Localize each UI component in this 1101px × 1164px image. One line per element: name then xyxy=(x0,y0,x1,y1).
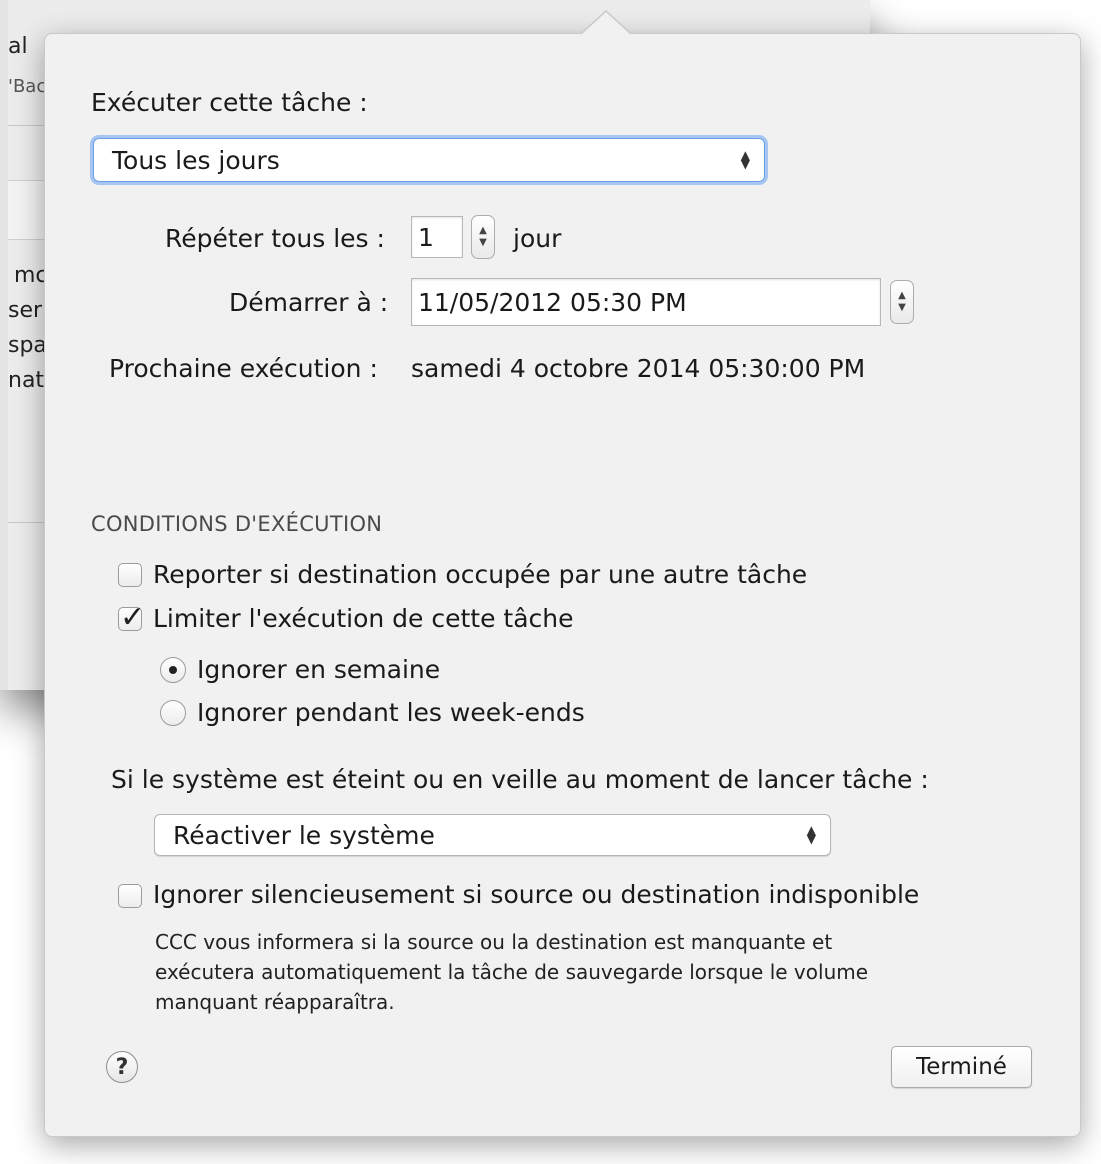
background-text: spa xyxy=(8,333,47,358)
defer-checkbox-label[interactable]: Reporter si destination occupée par une … xyxy=(153,560,807,589)
system-action-select-value: Réactiver le système xyxy=(173,820,435,850)
system-action-select[interactable]: Réactiver le système ▲ ▼ xyxy=(154,814,831,856)
stepper-up-icon: ▲ xyxy=(898,290,906,301)
updown-arrows-icon: ▲ ▼ xyxy=(740,148,750,171)
popover-arrow xyxy=(582,12,630,34)
checkmark-icon: ✓ xyxy=(120,600,146,635)
start-datetime-stepper[interactable]: ▲ ▼ xyxy=(890,280,914,324)
limit-checkbox-label[interactable]: Limiter l'exécution de cette tâche xyxy=(153,604,574,633)
background-sidebar xyxy=(0,0,8,690)
note-line: CCC vous informera si la source ou la de… xyxy=(155,930,833,954)
limit-checkbox[interactable]: ✓ xyxy=(118,600,145,635)
done-button[interactable]: Terminé xyxy=(891,1046,1032,1088)
updown-arrows-icon: ▲ ▼ xyxy=(806,823,816,846)
start-datetime-input[interactable]: 11/05/2012 05:30 PM xyxy=(411,278,881,326)
repeat-label: Répéter tous les : xyxy=(165,224,385,253)
background-text: ser xyxy=(8,298,43,323)
frequency-select[interactable]: Tous les jours ▲ ▼ xyxy=(93,138,765,182)
note-line: manquant réapparaîtra. xyxy=(155,990,395,1014)
next-run-label: Prochaine exécution : xyxy=(109,354,378,383)
background-divider xyxy=(8,522,48,523)
start-datetime-value: 11/05/2012 05:30 PM xyxy=(418,287,687,317)
stepper-up-icon: ▲ xyxy=(479,225,487,236)
repeat-unit-label: jour xyxy=(513,224,562,253)
schedule-popover: Exécuter cette tâche : Tous les jours ▲ ▼… xyxy=(44,10,1081,1137)
radio-ignore-weekends[interactable] xyxy=(160,700,186,726)
background-text: nat xyxy=(8,368,45,393)
stepper-down-icon: ▼ xyxy=(479,237,487,248)
frequency-select-value: Tous les jours xyxy=(112,145,280,175)
next-run-value: samedi 4 octobre 2014 05:30:00 PM xyxy=(411,354,866,383)
conditions-section-title: CONDITIONS D'EXÉCUTION xyxy=(91,512,383,536)
note-line: exécutera automatiquement la tâche de sa… xyxy=(155,960,869,984)
ignore-unavailable-checkbox[interactable] xyxy=(118,884,142,908)
repeat-interval-value: 1 xyxy=(418,222,434,252)
stepper-down-icon: ▼ xyxy=(898,302,906,313)
defer-checkbox[interactable] xyxy=(118,563,142,587)
ignore-unavailable-checkbox-label[interactable]: Ignorer silencieusement si source ou des… xyxy=(153,880,919,909)
start-label: Démarrer à : xyxy=(229,288,389,317)
system-off-label: Si le système est éteint ou en veille au… xyxy=(111,765,929,794)
run-task-label: Exécuter cette tâche : xyxy=(91,88,368,117)
background-text: mc xyxy=(14,263,48,288)
background-divider xyxy=(8,125,48,126)
radio-selected-dot xyxy=(169,666,177,674)
background-text: 'Bac xyxy=(8,76,47,97)
radio-ignore-weekdays[interactable] xyxy=(160,657,186,683)
repeat-interval-stepper[interactable]: ▲ ▼ xyxy=(471,215,495,259)
background-text: al xyxy=(8,34,28,59)
radio-ignore-weekends-label[interactable]: Ignorer pendant les week-ends xyxy=(197,698,585,727)
help-icon[interactable]: ? xyxy=(106,1051,138,1083)
repeat-interval-input[interactable]: 1 xyxy=(411,216,463,258)
radio-ignore-weekdays-label[interactable]: Ignorer en semaine xyxy=(197,655,440,684)
